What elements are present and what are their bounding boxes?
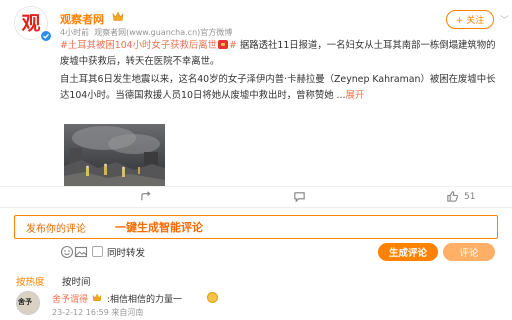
comment-placeholder: 发布你的评论: [26, 224, 86, 235]
comment-count-button[interactable]: [293, 190, 311, 203]
post-paragraph-1: #土耳其被困104小时女子获救后离世 # 据路透社11日报道，一名妇女从土耳其南部…: [60, 38, 500, 70]
verified-badge-icon: [40, 30, 52, 42]
commenter-avatar-text: 舍予: [18, 298, 32, 306]
post-source: 观察者网(www.guancha.cn)官方微博: [94, 28, 233, 37]
post-text-2: 自土耳其6日发生地震以来，这名40岁的女子泽伊内普·卡赫拉曼（Zeynep Ka…: [60, 74, 496, 101]
gift-emoji-icon: [218, 40, 229, 49]
thumbs-up-icon: [447, 191, 458, 202]
logo-text: 观: [22, 13, 41, 35]
tab-sort-hot[interactable]: 按热度: [16, 274, 45, 288]
emoji-face-icon: [207, 292, 218, 303]
follow-button[interactable]: + 关注: [446, 10, 494, 29]
generate-comment-button[interactable]: 生成评论: [378, 243, 438, 261]
like-count: 51: [464, 191, 476, 202]
emoji-icon[interactable]: [60, 245, 74, 259]
commenter-name[interactable]: 舍予谓得: [52, 292, 88, 305]
comment-time: 23-2-12 16:59 来自河南: [52, 308, 144, 317]
comment-text: :相信相信的力量一: [107, 295, 183, 305]
post-image[interactable]: [64, 124, 165, 187]
crown-icon: [112, 11, 124, 21]
chevron-down-icon[interactable]: ﹀: [500, 13, 509, 26]
ai-comment-hint[interactable]: 一键生成智能评论: [115, 219, 203, 235]
repost-checkbox[interactable]: [92, 246, 103, 257]
post-meta: 4小时前 观察者网(www.guancha.cn)官方微博: [60, 27, 232, 38]
topic-link[interactable]: #土耳其被困104小时女子获救后离世 #: [60, 40, 237, 51]
post-paragraph-2: 自土耳其6日发生地震以来，这名40岁的女子泽伊内普·卡赫拉曼（Zeynep Ka…: [60, 72, 500, 104]
post-time[interactable]: 4小时前: [60, 28, 89, 37]
submit-comment-button[interactable]: 评论: [443, 243, 495, 261]
like-button[interactable]: 51: [446, 190, 475, 203]
repost-label: 同时转发: [107, 248, 146, 259]
author-name[interactable]: 观察者网: [60, 11, 104, 27]
divider: [0, 186, 512, 187]
share-button[interactable]: [140, 190, 158, 203]
divider: [0, 207, 512, 208]
crown-icon: [92, 293, 102, 302]
image-icon[interactable]: [74, 245, 88, 259]
share-icon: [141, 191, 151, 201]
comment-input[interactable]: [14, 215, 498, 239]
expand-link[interactable]: 展开: [346, 90, 365, 101]
comment-icon: [294, 192, 305, 203]
tab-sort-time[interactable]: 按时间: [62, 274, 91, 288]
